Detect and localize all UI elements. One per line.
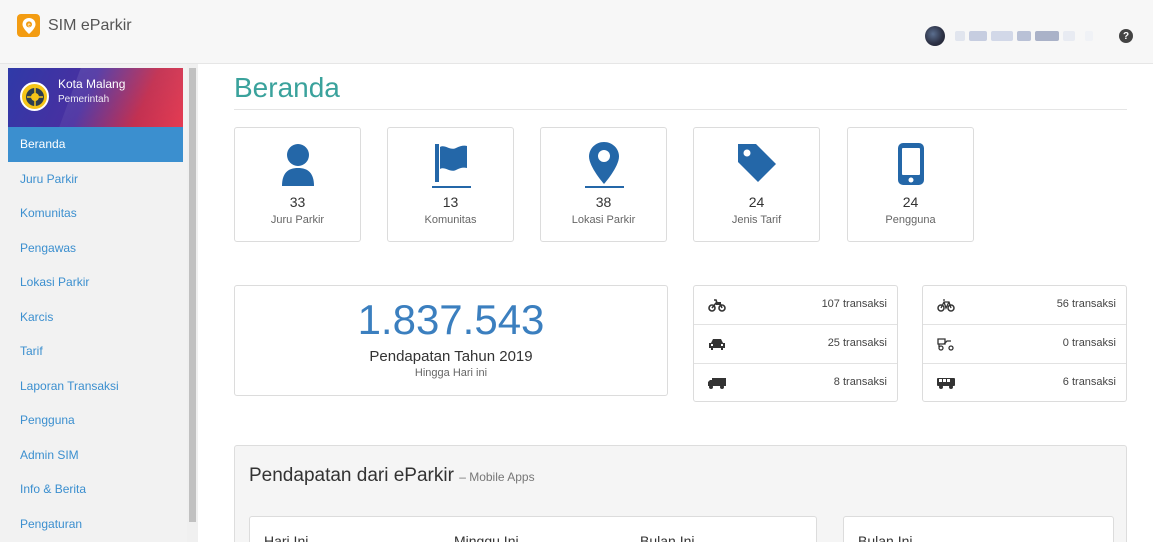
flag-icon xyxy=(388,142,513,186)
revenue-value: 1.837.543 xyxy=(357,296,545,343)
stat-label: Juru Parkir xyxy=(270,214,325,226)
table-row: 8 transaksi xyxy=(694,364,897,403)
sidebar-item-pengaturan[interactable]: Pengaturan xyxy=(8,507,183,542)
org-subtitle: Pemerintah xyxy=(58,94,110,105)
motorcycle-icon xyxy=(708,298,726,312)
label-hari-ini: Hari Ini xyxy=(264,533,309,542)
org-header: Kota Malang Pemerintah xyxy=(8,68,183,127)
table-row: 6 transaksi xyxy=(923,364,1126,403)
transaction-count: 6 transaksi xyxy=(1062,376,1116,388)
city-emblem-icon xyxy=(20,82,49,111)
svg-text:e: e xyxy=(27,22,30,28)
revenue-card: 1.837.543 Pendapatan Tahun 2019 Hingga H… xyxy=(234,285,668,396)
transaction-count: 56 transaksi xyxy=(1056,298,1116,310)
revenue-panel: Pendapatan dari eParkir – Mobile Apps Ha… xyxy=(234,445,1127,542)
label-minggu-ini: Minggu Ini xyxy=(454,533,519,542)
stat-label: Lokasi Parkir xyxy=(571,214,636,226)
avatar[interactable] xyxy=(925,26,945,46)
stat-card-jenis-tarif[interactable]: 24 Jenis Tarif xyxy=(693,127,820,242)
sidebar-scrollbar[interactable] xyxy=(187,64,198,542)
transactions-table-left: 107 transaksi 25 transaksi 8 transaksi xyxy=(693,285,898,402)
sidebar-item-beranda[interactable]: Beranda xyxy=(8,127,183,162)
table-row: 107 transaksi xyxy=(694,286,897,325)
sidebar-item-info-berita[interactable]: Info & Berita xyxy=(8,472,183,507)
stat-value: 33 xyxy=(289,194,306,210)
org-name: Kota Malang xyxy=(58,77,126,91)
transaction-count: 107 transaksi xyxy=(821,298,887,310)
sidebar-item-komunitas[interactable]: Komunitas xyxy=(8,196,183,231)
tag-icon xyxy=(694,142,819,186)
transaction-count: 25 transaksi xyxy=(827,337,887,349)
page-title: Beranda xyxy=(234,72,340,103)
stat-card-lokasi-parkir[interactable]: 38 Lokasi Parkir xyxy=(540,127,667,242)
user-name[interactable] xyxy=(955,31,1093,41)
sidebar-item-karcis[interactable]: Karcis xyxy=(8,300,183,335)
pedicab-icon xyxy=(937,337,955,351)
stat-value: 13 xyxy=(442,194,459,210)
bus-icon xyxy=(937,376,955,390)
stat-value: 24 xyxy=(748,194,765,210)
panel-subtitle: – Mobile Apps xyxy=(459,470,535,484)
stat-value: 24 xyxy=(902,194,919,210)
brand[interactable]: e SIM eParkir xyxy=(17,14,132,37)
stat-label: Komunitas xyxy=(424,214,477,226)
eparkir-logo-icon: e xyxy=(17,14,40,37)
user-icon xyxy=(235,142,360,186)
top-navbar: e SIM eParkir ? xyxy=(0,0,1153,64)
stat-card-komunitas[interactable]: 13 Komunitas xyxy=(387,127,514,242)
stat-label: Pengguna xyxy=(885,214,936,226)
transaction-count: 0 transaksi xyxy=(1062,337,1116,349)
sidebar-item-admin-sim[interactable]: Admin SIM xyxy=(8,438,183,473)
user-menu[interactable]: ? xyxy=(925,26,1133,46)
transaction-count: 8 transaksi xyxy=(833,376,887,388)
sidebar-item-pengguna[interactable]: Pengguna xyxy=(8,403,183,438)
table-row: 56 transaksi xyxy=(923,286,1126,325)
period-summary-card: Hari Ini Minggu Ini Bulan Ini xyxy=(249,516,817,542)
stat-card-pengguna[interactable]: 24 Pengguna xyxy=(847,127,974,242)
panel-title-text: Pendapatan dari eParkir xyxy=(249,465,454,486)
label-bulan-ini-2: Bulan Ini xyxy=(858,533,913,542)
map-marker-icon xyxy=(541,142,666,186)
revenue-subtitle: Hingga Hari ini xyxy=(414,367,488,379)
stat-label: Jenis Tarif xyxy=(731,214,782,226)
bicycle-icon xyxy=(937,298,955,312)
car-icon xyxy=(708,337,726,351)
revenue-title: Pendapatan Tahun 2019 xyxy=(369,348,533,365)
stat-value: 38 xyxy=(595,194,612,210)
truck-icon xyxy=(708,376,726,390)
sidebar-item-juru-parkir[interactable]: Juru Parkir xyxy=(8,162,183,197)
panel-title: Pendapatan dari eParkir – Mobile Apps xyxy=(249,465,535,487)
stat-underline xyxy=(585,186,624,188)
scrollbar-thumb[interactable] xyxy=(189,68,196,522)
transactions-table-right: 56 transaksi 0 transaksi 6 transaksi xyxy=(922,285,1127,402)
table-row: 0 transaksi xyxy=(923,325,1126,364)
label-bulan-ini: Bulan Ini xyxy=(640,533,695,542)
table-row: 25 transaksi xyxy=(694,325,897,364)
sidebar-nav: Beranda Juru Parkir Komunitas Pengawas L… xyxy=(8,127,183,541)
app-title: SIM eParkir xyxy=(48,16,132,34)
help-icon[interactable]: ? xyxy=(1119,29,1133,43)
sidebar-item-laporan-transaksi[interactable]: Laporan Transaksi xyxy=(8,369,183,404)
stat-underline xyxy=(432,186,471,188)
sidebar-item-pengawas[interactable]: Pengawas xyxy=(8,231,183,266)
divider xyxy=(234,109,1127,110)
mobile-icon xyxy=(848,142,973,186)
monthly-card: Bulan Ini xyxy=(843,516,1114,542)
sidebar-item-lokasi-parkir[interactable]: Lokasi Parkir xyxy=(8,265,183,300)
sidebar-item-tarif[interactable]: Tarif xyxy=(8,334,183,369)
stat-card-juru-parkir[interactable]: 33 Juru Parkir xyxy=(234,127,361,242)
